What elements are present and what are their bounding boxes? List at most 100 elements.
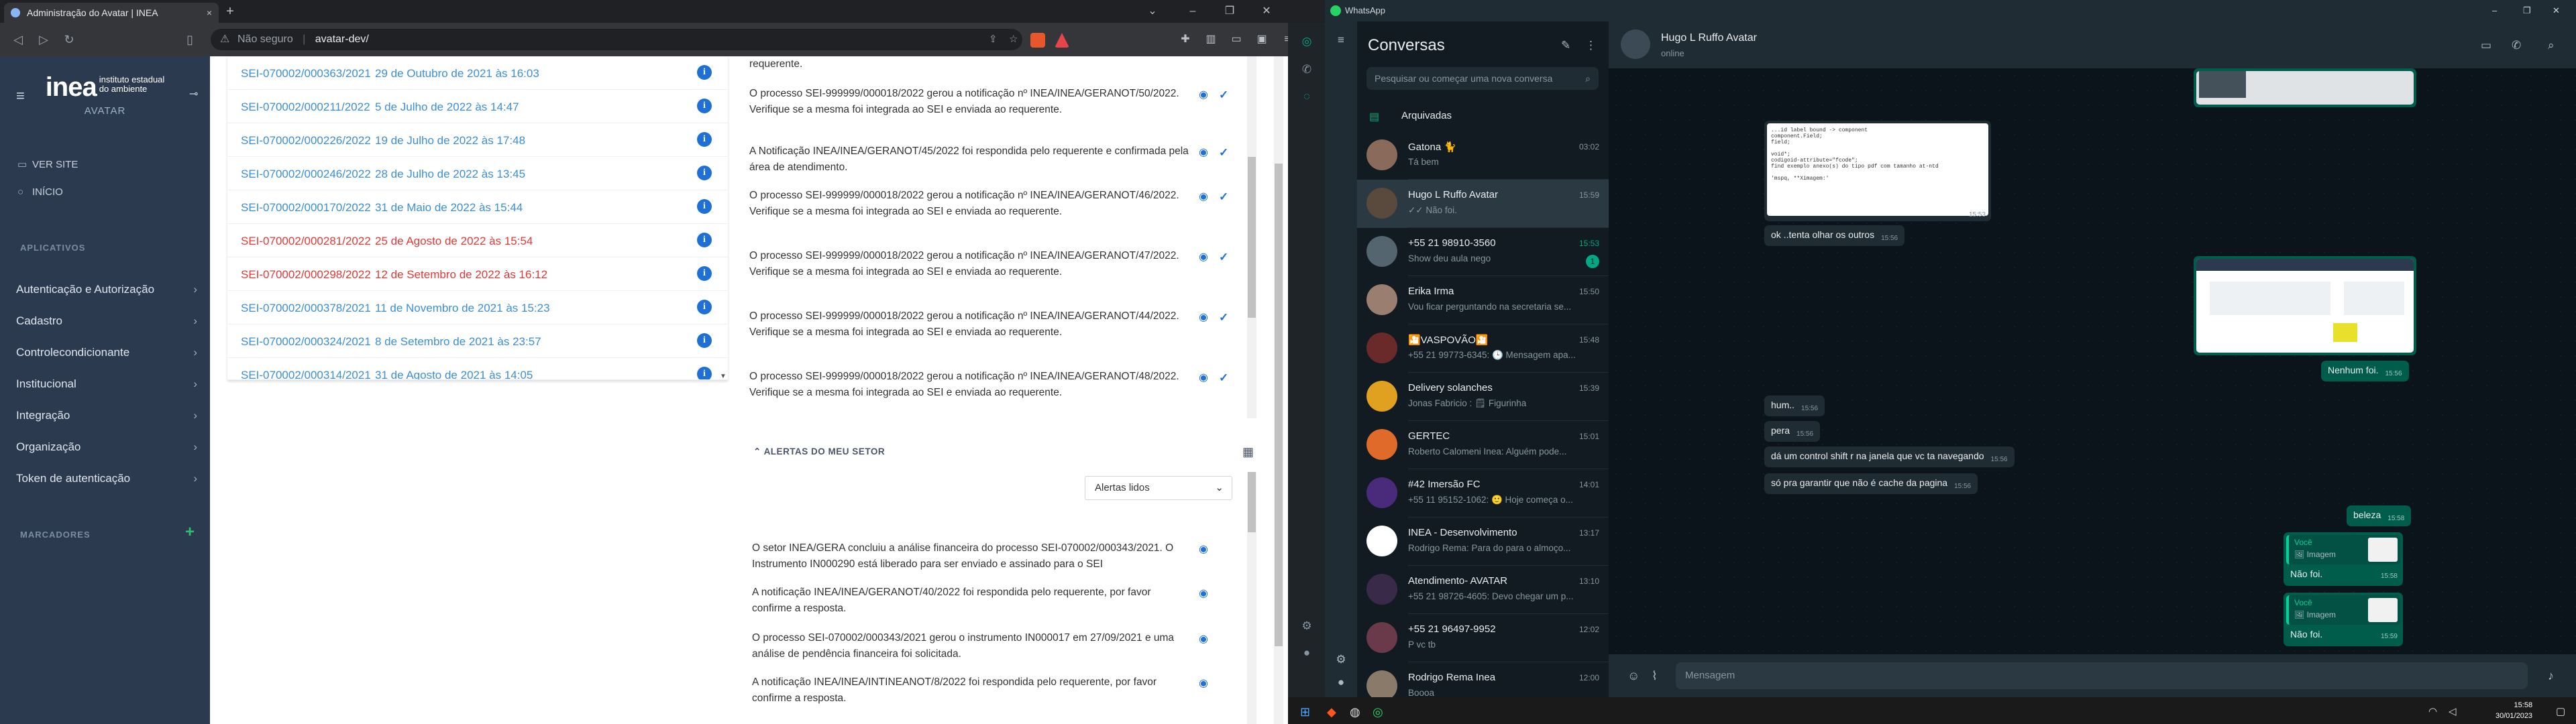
process-number[interactable]: SEI-070002/000324/2021 bbox=[241, 335, 371, 349]
process-number[interactable]: SEI-070002/000378/2021 bbox=[241, 302, 371, 315]
incoming-message[interactable]: dá um control shift r na janela que vc t… bbox=[1764, 446, 2015, 467]
sidebar-toggle-icon[interactable]: ▥ bbox=[1201, 29, 1221, 50]
star-icon[interactable]: ☆ bbox=[1009, 29, 1018, 50]
eye-icon[interactable]: ◉ bbox=[1199, 87, 1208, 103]
video-call-icon[interactable]: ▭ bbox=[2481, 39, 2491, 52]
info-icon[interactable]: i bbox=[697, 367, 712, 379]
check-icon[interactable]: ✓ bbox=[1219, 145, 1228, 161]
check-icon[interactable]: ✓ bbox=[1219, 249, 1228, 265]
chat-list-item[interactable]: Gatona 🐈 Tá bem 03:02 bbox=[1357, 131, 1609, 180]
chat-list-item[interactable]: GERTEC Roberto Calomeni Inea: Alguém pode… bbox=[1357, 421, 1609, 469]
menu-token[interactable]: Token de autenticação › bbox=[16, 472, 197, 485]
eye-icon[interactable]: ◉ bbox=[1199, 370, 1208, 386]
brave-rewards-icon[interactable] bbox=[1055, 33, 1069, 48]
menu-controlecondicionante[interactable]: Controlecondicionante › bbox=[16, 346, 197, 359]
maximize-icon[interactable]: ❐ bbox=[1218, 3, 1242, 20]
home-link[interactable]: ○ INÍCIO bbox=[17, 186, 63, 198]
chat-list-item[interactable]: 🎦VASPOVÃO🎦 +55 21 99773-6345: 🕒 Mensagem … bbox=[1357, 324, 1609, 373]
info-icon[interactable]: i bbox=[697, 333, 712, 348]
address-bar[interactable]: ⚠ Não seguro | avatar-dev/ ⇪ ☆ bbox=[211, 29, 1022, 50]
table-row[interactable]: SEI-070002/000226/2022 19 de Julho de 202… bbox=[227, 123, 728, 157]
check-icon[interactable]: ✓ bbox=[1219, 87, 1228, 103]
close-window-icon[interactable]: ✕ bbox=[1254, 3, 1279, 20]
settings-gear-icon[interactable]: ⚙ bbox=[1333, 653, 1349, 669]
chat-search-input[interactable]: Pesquisar ou começar uma nova conversa ⌕ bbox=[1366, 67, 1599, 90]
share-icon[interactable]: ⇪ bbox=[989, 29, 998, 50]
table-row[interactable]: SEI-070002/000246/2022 28 de Julho de 202… bbox=[227, 157, 728, 190]
table-row[interactable]: SEI-070002/000378/2021 11 de Novembro de … bbox=[227, 291, 728, 324]
brave-taskbar-icon[interactable]: ◆ bbox=[1327, 705, 1336, 719]
quoted-image[interactable]: Você 🖼 Imagem bbox=[2286, 535, 2400, 564]
info-icon[interactable]: i bbox=[697, 199, 712, 214]
table-row[interactable]: SEI-070002/000281/2022 25 de Agosto de 20… bbox=[227, 224, 728, 257]
process-number[interactable]: SEI-070002/000170/2022 bbox=[241, 201, 371, 215]
whatsapp-icon[interactable]: ◎ bbox=[1299, 35, 1315, 51]
chat-list-item[interactable]: Erika Irma Vou ficar perguntando na secre… bbox=[1357, 276, 1609, 324]
notifications-icon[interactable]: ▢ bbox=[2556, 705, 2565, 717]
incoming-message[interactable]: hum.. 15:56 bbox=[1764, 396, 1825, 416]
incoming-message[interactable]: ok ..tenta olhar os outros 15:56 bbox=[1764, 225, 1905, 246]
eye-icon[interactable]: ◉ bbox=[1199, 249, 1208, 265]
reload-icon[interactable]: ↻ bbox=[59, 29, 79, 50]
view-site-link[interactable]: ▭ VER SITE bbox=[17, 158, 78, 170]
incoming-message[interactable]: pera 15:56 bbox=[1764, 421, 1821, 442]
chat-list-item[interactable]: Hugo L Ruffo Avatar ✓✓ Não foi. 15:59 bbox=[1357, 180, 1609, 228]
add-marker-icon[interactable]: + bbox=[185, 523, 195, 542]
eye-icon[interactable]: ◉ bbox=[1199, 189, 1208, 205]
eye-icon[interactable]: ◉ bbox=[1199, 542, 1208, 558]
process-number[interactable]: SEI-070002/000281/2022 bbox=[241, 235, 371, 248]
maximize-icon[interactable]: ❐ bbox=[2523, 0, 2531, 21]
emoji-icon[interactable]: ☺ bbox=[1627, 669, 1640, 683]
page-scrollbar[interactable] bbox=[1274, 56, 1283, 724]
settings-gear-icon[interactable]: ⚙ bbox=[1299, 619, 1315, 636]
info-icon[interactable]: i bbox=[697, 65, 712, 80]
close-window-icon[interactable]: ✕ bbox=[2553, 0, 2560, 21]
archived-row[interactable]: ▤ Arquivadas bbox=[1357, 101, 1609, 131]
table-row[interactable]: SEI-070002/000170/2022 31 de Maio de 2022… bbox=[227, 190, 728, 224]
bookmark-icon[interactable]: ▯ bbox=[180, 29, 200, 50]
info-icon[interactable]: i bbox=[697, 99, 712, 113]
new-chat-icon[interactable]: ✎ bbox=[1561, 39, 1570, 52]
process-number[interactable]: SEI-070002/000226/2022 bbox=[241, 134, 371, 147]
process-number[interactable]: SEI-070002/000298/2022 bbox=[241, 268, 371, 282]
new-tab-button[interactable]: + bbox=[220, 3, 240, 20]
alerts-filter-select[interactable]: Alertas lidos ⌄ bbox=[1085, 476, 1232, 500]
message-input[interactable]: Mensagem bbox=[1676, 662, 2528, 689]
alerts-title[interactable]: ⌃ ALERTAS DO MEU SETOR bbox=[753, 446, 885, 457]
image-message[interactable] bbox=[2194, 68, 2416, 107]
minimize-icon[interactable]: – bbox=[1181, 3, 1205, 20]
profile-avatar-icon[interactable]: ● bbox=[1299, 646, 1315, 662]
scrollbar-thumb[interactable] bbox=[1275, 164, 1283, 646]
table-row[interactable]: SEI-070002/000363/2021 29 de Outubro de 2… bbox=[227, 56, 728, 90]
scrollbar-thumb[interactable] bbox=[1248, 472, 1256, 532]
chrome-taskbar-icon[interactable]: ◍ bbox=[1350, 705, 1360, 719]
close-tab-icon[interactable]: × bbox=[207, 3, 212, 23]
search-icon[interactable]: ⌕ bbox=[2548, 39, 2555, 52]
pin-icon[interactable]: ⊸ bbox=[189, 87, 198, 101]
menu-integracao[interactable]: Integração › bbox=[16, 409, 197, 422]
brave-shield-icon[interactable] bbox=[1030, 33, 1045, 48]
check-icon[interactable]: ✓ bbox=[1219, 189, 1228, 205]
chat-list-item[interactable]: #42 Imersão FC +55 11 95152-1062: 🙂 Hoje … bbox=[1357, 469, 1609, 518]
menu-cadastro[interactable]: Cadastro › bbox=[16, 314, 197, 328]
outgoing-message[interactable]: Nenhum foi. 15:56 bbox=[2321, 361, 2409, 381]
menu-institucional[interactable]: Institucional › bbox=[16, 377, 197, 391]
chat-list-item[interactable]: +55 21 98910-3560 Show deu aula nego 15:53… bbox=[1357, 228, 1609, 276]
table-row[interactable]: SEI-070002/000211/2022 5 de Julho de 2022… bbox=[227, 90, 728, 123]
grid-icon[interactable]: ▦ bbox=[1242, 445, 1254, 459]
attach-icon[interactable]: ⌇ bbox=[1652, 669, 1658, 683]
scroll-down-icon[interactable]: ▼ bbox=[720, 373, 727, 380]
check-icon[interactable]: ✓ bbox=[1219, 370, 1228, 386]
minimize-icon[interactable]: – bbox=[2492, 0, 2497, 21]
whatsapp-taskbar-icon[interactable]: ◎ bbox=[1373, 705, 1383, 719]
profile-avatar-icon[interactable]: ● bbox=[1333, 676, 1349, 692]
chat-list-item[interactable]: INEA - Desenvolvimento Rodrigo Rema: Para… bbox=[1357, 518, 1609, 566]
chat-list-item[interactable]: Delivery solanches Jonas Fabricio : 🗒 Fig… bbox=[1357, 373, 1609, 421]
alerts-scrollbar[interactable] bbox=[1247, 472, 1256, 724]
process-number[interactable]: SEI-070002/000211/2022 bbox=[241, 101, 370, 114]
eye-icon[interactable]: ◉ bbox=[1199, 310, 1208, 326]
quoted-image[interactable]: Você 🖼 Imagem bbox=[2286, 595, 2400, 625]
back-icon[interactable]: ◁ bbox=[8, 29, 28, 50]
browser-tab[interactable]: Administração do Avatar | INEA × bbox=[4, 3, 219, 23]
contact-avatar[interactable] bbox=[1621, 29, 1650, 59]
